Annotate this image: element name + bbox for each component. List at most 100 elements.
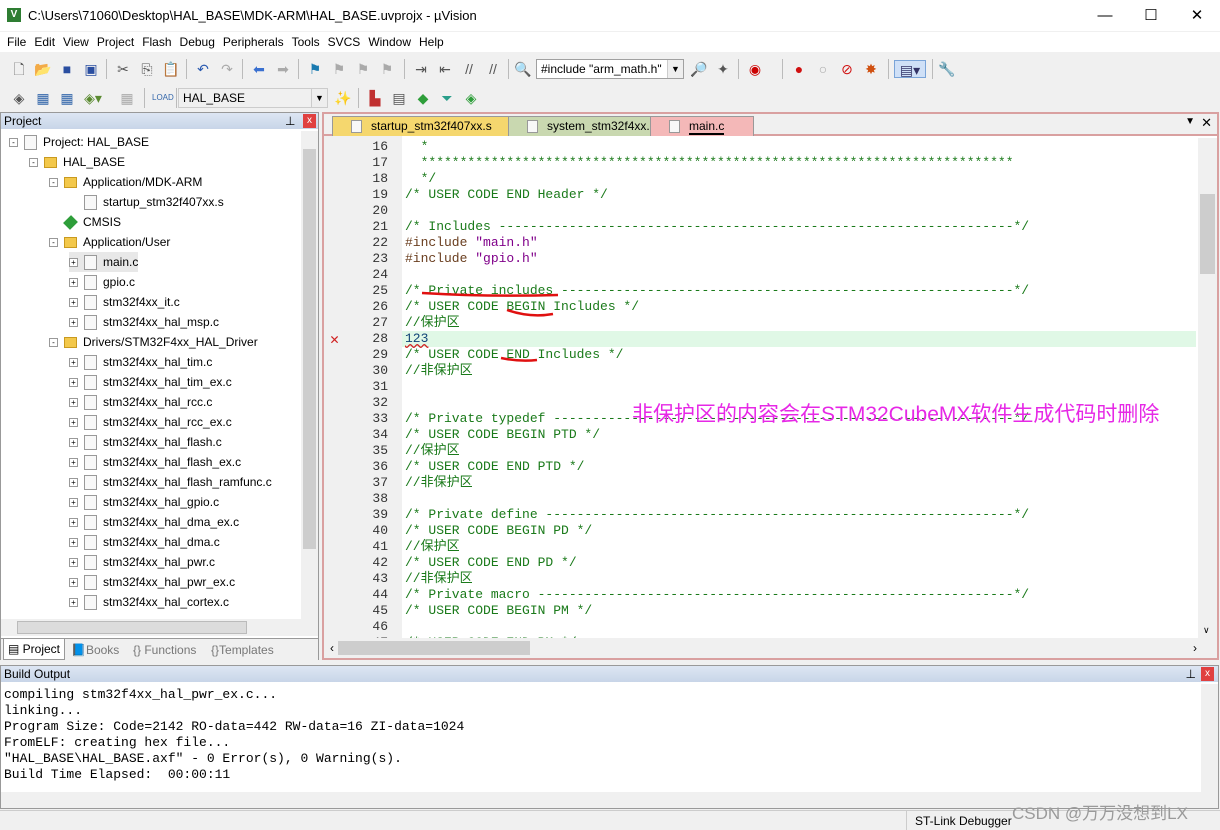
manage-project-items-icon[interactable]: ▙ [366, 89, 384, 107]
tab-list-dropdown-icon[interactable]: ▼ [1185, 116, 1195, 127]
chevron-down-icon[interactable]: ▼ [667, 60, 683, 78]
uncomment-icon[interactable]: // [484, 60, 502, 78]
tree-item[interactable]: + stm32f4xx_hal_tim.c [69, 352, 212, 372]
disable-breakpoint-icon[interactable]: ○ [814, 60, 832, 78]
find-combo[interactable]: #include "arm_math.h" ▼ [536, 59, 684, 79]
tree-item[interactable]: + stm32f4xx_hal_cortex.c [69, 592, 229, 612]
translate-icon[interactable]: ◈ [10, 89, 28, 107]
tree-item[interactable]: + stm32f4xx_hal_rcc_ex.c [69, 412, 232, 432]
tree-item[interactable]: + stm32f4xx_hal_flash_ex.c [69, 452, 241, 472]
bookmark-icon[interactable]: ⚑ [306, 60, 324, 78]
menu-help[interactable]: Help [412, 32, 444, 49]
incremental-find-icon[interactable]: ✦ [714, 60, 732, 78]
tree-item[interactable]: + gpio.c [69, 272, 135, 292]
expand-icon[interactable]: + [69, 598, 78, 608]
code-line[interactable]: /* USER CODE BEGIN PD */ [405, 523, 592, 539]
tab-books[interactable]: 📘Books [71, 643, 119, 657]
menu-peripherals[interactable]: Peripherals [216, 32, 284, 49]
menu-svcs[interactable]: SVCS [321, 32, 361, 49]
menu-edit[interactable]: Edit [27, 32, 55, 49]
tab-templates[interactable]: {}Templates [211, 643, 274, 657]
code-line[interactable]: /* USER CODE END Header */ [405, 187, 608, 203]
expand-icon[interactable]: + [69, 478, 78, 488]
code-line[interactable]: #include "main.h" [405, 235, 538, 251]
menu-debug[interactable]: Debug [173, 32, 215, 49]
tree-item[interactable]: startup_stm32f407xx.s [69, 192, 224, 212]
breakpoint-icon[interactable]: ● [790, 60, 808, 78]
prev-bookmark-icon[interactable]: ⚑ [330, 60, 348, 78]
navigate-back-icon[interactable]: ⬅ [250, 60, 268, 78]
undo-icon[interactable]: ↶ [194, 60, 212, 78]
expand-icon[interactable]: + [69, 518, 78, 528]
tree-item[interactable]: + main.c [69, 252, 139, 272]
build-icon[interactable]: ▦ [34, 89, 52, 107]
code-line[interactable]: //保护区 [405, 443, 460, 459]
expand-icon[interactable]: + [69, 458, 78, 468]
tree-item[interactable]: + stm32f4xx_hal_rcc.c [69, 392, 212, 412]
save-all-icon[interactable]: ▣ [82, 60, 100, 78]
close-button[interactable]: ✕ [1174, 0, 1220, 31]
expand-icon[interactable]: + [69, 578, 78, 588]
tree-item[interactable]: - Project: HAL_BASE [9, 132, 149, 152]
rebuild-icon[interactable]: ▦ [58, 89, 76, 107]
tree-vertical-scrollbar[interactable] [301, 131, 318, 619]
code-area[interactable]: 16 * 17 *********************************… [324, 138, 1196, 638]
code-line[interactable]: //非保护区 [405, 363, 473, 379]
navigate-forward-icon[interactable]: ➡ [274, 60, 292, 78]
find-in-files-icon[interactable]: 🔍 [514, 60, 532, 78]
code-line[interactable]: /* USER CODE END PD */ [405, 555, 577, 571]
tree-item[interactable]: + stm32f4xx_hal_flash_ramfunc.c [69, 472, 272, 492]
code-line[interactable]: //非保护区 [405, 571, 473, 587]
code-line[interactable]: //保护区 [405, 315, 460, 331]
collapse-icon[interactable]: - [49, 178, 58, 188]
code-line[interactable]: //非保护区 [405, 475, 473, 491]
next-bookmark-icon[interactable]: ⚑ [354, 60, 372, 78]
expand-icon[interactable]: + [69, 558, 78, 568]
collapse-icon[interactable]: - [29, 158, 38, 168]
tree-item[interactable]: + stm32f4xx_hal_pwr.c [69, 552, 215, 572]
build-vertical-scrollbar[interactable] [1201, 684, 1218, 792]
code-line[interactable]: //保护区 [405, 539, 460, 555]
comment-icon[interactable]: // [460, 60, 478, 78]
tree-item[interactable]: + stm32f4xx_hal_msp.c [69, 312, 219, 332]
collapse-icon[interactable]: - [9, 138, 18, 148]
close-tab-icon[interactable]: ✕ [1201, 115, 1212, 131]
manage-rte-icon[interactable]: ◆ [414, 89, 432, 107]
stop-build-icon[interactable]: ▦ [118, 89, 136, 107]
tree-item[interactable]: + stm32f4xx_hal_tim_ex.c [69, 372, 232, 392]
expand-icon[interactable]: + [69, 278, 78, 288]
expand-icon[interactable]: + [69, 498, 78, 508]
download-load-icon[interactable]: LOAD [152, 89, 174, 107]
redo-icon[interactable]: ↷ [218, 60, 236, 78]
code-line[interactable]: /* Includes ----------------------------… [405, 219, 1029, 235]
expand-icon[interactable]: + [69, 418, 78, 428]
code-line[interactable]: /* USER CODE BEGIN PTD */ [405, 427, 600, 443]
code-line[interactable]: * [405, 139, 429, 155]
expand-icon[interactable]: + [69, 298, 78, 308]
software-packs-icon[interactable]: ◈ [462, 89, 480, 107]
code-line[interactable]: /* Private includes --------------------… [405, 283, 1029, 299]
tree-item[interactable]: + stm32f4xx_hal_dma_ex.c [69, 512, 239, 532]
tree-item[interactable]: - Drivers/STM32F4xx_HAL_Driver [49, 332, 258, 352]
tree-item[interactable]: + stm32f4xx_it.c [69, 292, 180, 312]
expand-icon[interactable]: + [69, 358, 78, 368]
chevron-down-icon[interactable]: ▼ [311, 89, 327, 107]
minimize-button[interactable]: — [1082, 0, 1128, 31]
menu-file[interactable]: File [0, 32, 26, 49]
find-icon[interactable]: 🔎 [690, 60, 708, 78]
tab-main-c[interactable]: main.c [650, 116, 754, 136]
menu-view[interactable]: View [56, 32, 89, 49]
tab-project[interactable]: ▤ Project [3, 639, 66, 660]
cut-icon[interactable]: ✂ [114, 60, 132, 78]
tree-item[interactable]: + stm32f4xx_hal_flash.c [69, 432, 222, 452]
save-icon[interactable]: ■ [58, 60, 76, 78]
tree-item[interactable]: + stm32f4xx_hal_dma.c [69, 532, 220, 552]
expand-icon[interactable]: + [69, 378, 78, 388]
code-line[interactable]: ****************************************… [405, 155, 1014, 171]
target-select[interactable]: HAL_BASE ▼ [178, 88, 328, 108]
batch-build-icon[interactable]: ◈▾ [84, 89, 102, 107]
paste-icon[interactable]: 📋 [162, 60, 180, 78]
maximize-button[interactable]: ☐ [1128, 0, 1174, 31]
code-line[interactable]: /* USER CODE END Includes */ [405, 347, 623, 363]
code-line[interactable]: /* Private macro -----------------------… [405, 587, 1029, 603]
